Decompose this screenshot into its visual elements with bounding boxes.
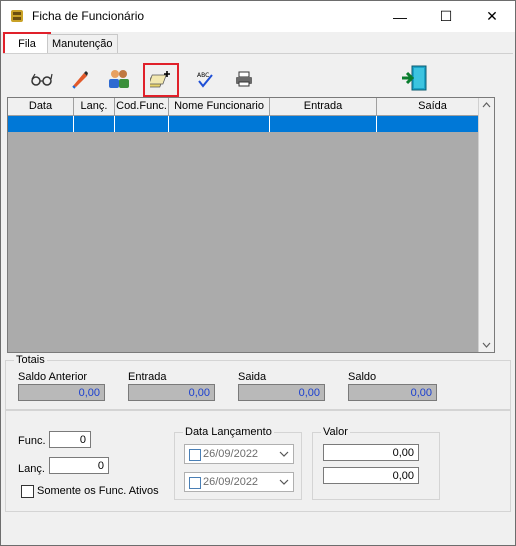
date-from-value: 26/09/2022: [203, 448, 259, 460]
spellcheck-icon: ABC: [197, 72, 213, 88]
svg-text:ABC: ABC: [197, 72, 209, 79]
tab-manutencao[interactable]: Manutenção: [47, 34, 118, 53]
cell-cod-func: [115, 116, 169, 132]
employees-button[interactable]: [106, 66, 132, 92]
fila-panel: ABC Data Lanç. Cod.Func. Nome Funcionari…: [3, 53, 513, 544]
view-button[interactable]: [29, 66, 55, 92]
tab-bar: Fila Manutenção: [1, 32, 515, 56]
chevron-down-icon[interactable]: [279, 477, 289, 487]
app-icon: [11, 10, 23, 22]
filters-group: Func. 0 Lanç. 0 Somente os Func. Ativos …: [5, 410, 511, 512]
scroll-up-icon[interactable]: [479, 98, 494, 112]
toolbar: ABC: [9, 60, 495, 97]
main-window: Ficha de Funcionário — ☐ ✕ Fila Manutenç…: [0, 0, 516, 546]
table-row[interactable]: [8, 116, 488, 132]
cell-nome: [169, 116, 270, 132]
maximize-button[interactable]: ☐: [423, 1, 469, 32]
chevron-down-icon[interactable]: [279, 449, 289, 459]
minimize-icon: —: [393, 8, 407, 25]
edit-icon: [72, 71, 88, 89]
print-icon: [236, 71, 252, 87]
totais-group: Totais Saldo Anterior 0,00 Entrada 0,00 …: [5, 354, 511, 410]
exit-icon: [402, 65, 427, 91]
edit-button[interactable]: [67, 66, 93, 92]
totais-title: Totais: [14, 354, 47, 366]
cell-saida: [377, 116, 488, 132]
col-nome[interactable]: Nome Funcionario: [169, 98, 270, 115]
saldo-label: Saldo: [348, 371, 377, 383]
window-title: Ficha de Funcionário: [32, 9, 145, 23]
func-label: Func.: [18, 435, 46, 447]
minimize-button[interactable]: —: [377, 1, 423, 32]
saida-total-field: 0,00: [238, 384, 325, 401]
data-lancamento-group: Data Lançamento 26/09/2022 26/09/2022: [174, 426, 302, 500]
date-to-checkbox[interactable]: [189, 477, 201, 489]
date-to-value: 26/09/2022: [203, 476, 259, 488]
maximize-icon: ☐: [439, 8, 453, 24]
cell-lanc: [74, 116, 115, 132]
somente-ativos-label: Somente os Func. Ativos: [37, 485, 159, 497]
date-from-picker[interactable]: 26/09/2022: [184, 444, 294, 464]
print-button[interactable]: [231, 66, 257, 92]
col-entrada[interactable]: Entrada: [270, 98, 377, 115]
saida-label: Saida: [238, 371, 267, 383]
add-button[interactable]: [143, 63, 179, 97]
users-icon: [109, 70, 129, 88]
add-icon: [150, 71, 170, 88]
col-data[interactable]: Data: [8, 98, 74, 115]
valor-group: Valor 0,00 0,00: [312, 426, 440, 500]
lanc-input[interactable]: 0: [49, 457, 109, 474]
exit-button[interactable]: [399, 63, 429, 93]
entrada-total-field: 0,00: [128, 384, 215, 401]
date-to-picker[interactable]: 26/09/2022: [184, 472, 294, 492]
lanc-label: Lanç.: [18, 463, 45, 475]
scroll-down-icon[interactable]: [479, 338, 494, 352]
col-lanc[interactable]: Lanç.: [74, 98, 115, 115]
glasses-icon: [31, 73, 53, 86]
func-input[interactable]: 0: [49, 431, 91, 448]
saldo-anterior-label: Saldo Anterior: [18, 371, 88, 383]
col-cod-func[interactable]: Cod.Func.: [115, 98, 169, 115]
saldo-anterior-field: 0,00: [18, 384, 105, 401]
entrada-label: Entrada: [128, 371, 167, 383]
grid-scrollbar[interactable]: [478, 98, 494, 352]
col-saida[interactable]: Saída: [377, 98, 488, 115]
data-lancamento-title: Data Lançamento: [183, 426, 274, 438]
valor-from-input[interactable]: 0,00: [323, 444, 419, 461]
title-bar: Ficha de Funcionário — ☐ ✕: [1, 1, 515, 32]
valor-to-input[interactable]: 0,00: [323, 467, 419, 484]
cell-data: [8, 116, 74, 132]
spellcheck-button[interactable]: ABC: [192, 66, 218, 92]
grid-header: Data Lanç. Cod.Func. Nome Funcionario En…: [8, 98, 488, 116]
close-button[interactable]: ✕: [469, 1, 515, 32]
date-from-checkbox[interactable]: [189, 449, 201, 461]
cell-entrada: [270, 116, 377, 132]
valor-title: Valor: [321, 426, 350, 438]
saldo-total-field: 0,00: [348, 384, 437, 401]
somente-ativos-checkbox[interactable]: [21, 485, 34, 498]
close-icon: ✕: [486, 8, 498, 24]
records-grid[interactable]: Data Lanç. Cod.Func. Nome Funcionario En…: [7, 97, 495, 353]
